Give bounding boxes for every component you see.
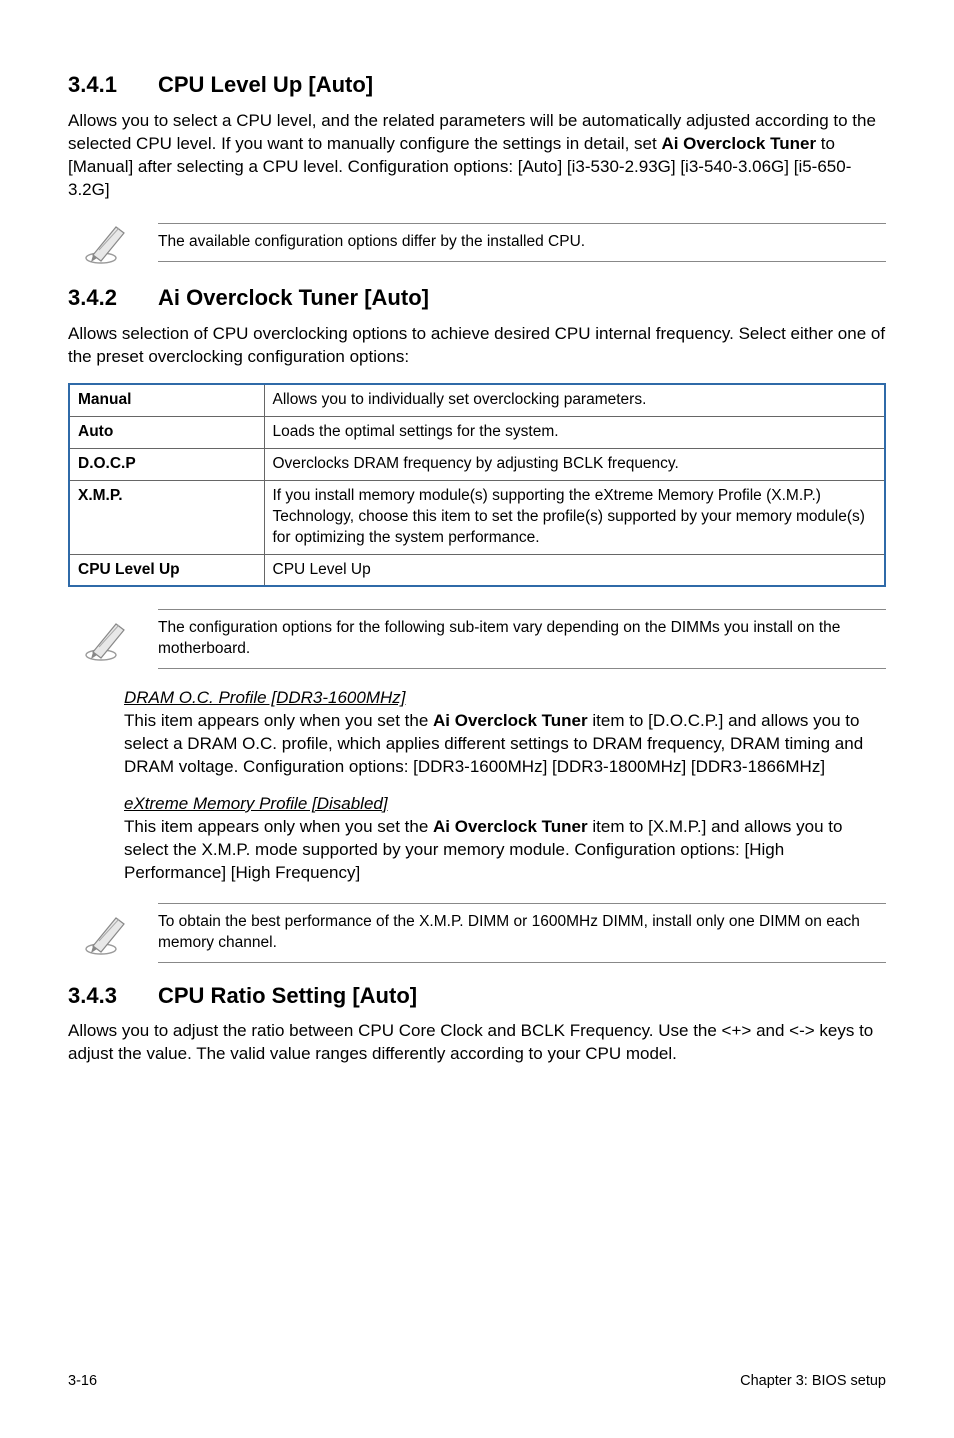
pencil-note-icon (84, 910, 130, 956)
opt-val: Loads the optimal settings for the syste… (264, 416, 885, 448)
sub-xmp-head: eXtreme Memory Profile [Disabled] (124, 793, 886, 816)
para-343: Allows you to adjust the ratio between C… (68, 1020, 886, 1066)
para-341: Allows you to select a CPU level, and th… (68, 110, 886, 202)
sub-dram-oc-body: This item appears only when you set the … (124, 710, 886, 779)
sub-xmp-body: This item appears only when you set the … (124, 816, 886, 885)
heading-341-num: 3.4.1 (68, 70, 158, 100)
sub-dram-oc-head: DRAM O.C. Profile [DDR3-1600MHz] (124, 687, 886, 710)
table-row: AutoLoads the optimal settings for the s… (69, 416, 885, 448)
heading-343-title: CPU Ratio Setting [Auto] (158, 983, 417, 1008)
opt-val: Allows you to individually set overclock… (264, 384, 885, 416)
heading-342: 3.4.2Ai Overclock Tuner [Auto] (68, 283, 886, 313)
table-row: D.O.C.POverclocks DRAM frequency by adju… (69, 448, 885, 480)
heading-342-num: 3.4.2 (68, 283, 158, 313)
heading-342-title: Ai Overclock Tuner [Auto] (158, 285, 429, 310)
heading-341: 3.4.1CPU Level Up [Auto] (68, 70, 886, 100)
opt-val: If you install memory module(s) supporti… (264, 480, 885, 554)
heading-341-title: CPU Level Up [Auto] (158, 72, 373, 97)
opt-key: CPU Level Up (69, 554, 264, 586)
sub-xmp: eXtreme Memory Profile [Disabled] This i… (124, 793, 886, 885)
table-row: X.M.P.If you install memory module(s) su… (69, 480, 885, 554)
table-row: CPU Level UpCPU Level Up (69, 554, 885, 586)
opt-key: X.M.P. (69, 480, 264, 554)
footer-chapter: Chapter 3: BIOS setup (740, 1372, 886, 1392)
note-341-text: The available configuration options diff… (158, 223, 886, 262)
page-footer: 3-16 Chapter 3: BIOS setup (68, 1372, 886, 1392)
pencil-note-icon (84, 616, 130, 662)
opt-val: Overclocks DRAM frequency by adjusting B… (264, 448, 885, 480)
opt-val: CPU Level Up (264, 554, 885, 586)
note-342b-text: To obtain the best performance of the X.… (158, 903, 886, 963)
pencil-note-icon (84, 219, 130, 265)
heading-343-num: 3.4.3 (68, 981, 158, 1011)
opt-key: D.O.C.P (69, 448, 264, 480)
options-table: ManualAllows you to individually set ove… (68, 383, 886, 587)
heading-343: 3.4.3CPU Ratio Setting [Auto] (68, 981, 886, 1011)
note-342a-text: The configuration options for the follow… (158, 609, 886, 669)
table-row: ManualAllows you to individually set ove… (69, 384, 885, 416)
note-342b: To obtain the best performance of the X.… (68, 899, 886, 967)
footer-page-num: 3-16 (68, 1372, 97, 1392)
para-342: Allows selection of CPU overclocking opt… (68, 323, 886, 369)
opt-key: Manual (69, 384, 264, 416)
opt-key: Auto (69, 416, 264, 448)
sub-dram-oc: DRAM O.C. Profile [DDR3-1600MHz] This it… (124, 687, 886, 779)
note-341: The available configuration options diff… (68, 215, 886, 269)
note-342a: The configuration options for the follow… (68, 605, 886, 673)
